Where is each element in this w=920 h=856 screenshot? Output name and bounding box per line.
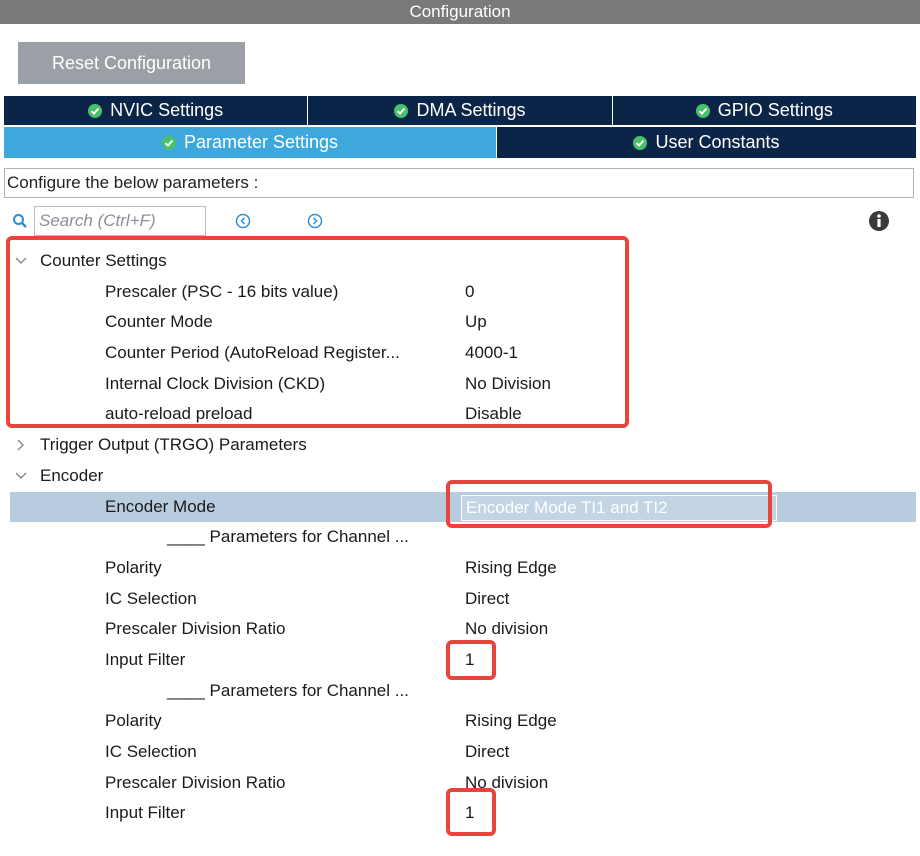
param-label: IC Selection — [105, 742, 197, 761]
parameter-tree: Counter Settings Prescaler (PSC - 16 bit… — [10, 246, 916, 829]
param-label: Counter Period (AutoReload Register... — [105, 343, 400, 363]
param-label: Polarity — [105, 557, 162, 577]
previous-match-icon[interactable] — [235, 213, 251, 229]
param-label: Prescaler Division Ratio — [105, 772, 286, 792]
tab-label: DMA Settings — [416, 100, 526, 120]
chevron-down-icon[interactable] — [14, 461, 28, 491]
next-match-icon[interactable] — [307, 213, 323, 229]
param-row[interactable]: auto-reload preload Disable — [10, 399, 916, 430]
param-label: Counter Mode — [105, 312, 213, 332]
param-row[interactable]: Counter Period (AutoReload Register... 4… — [10, 338, 916, 369]
param-label: IC Selection — [105, 588, 197, 608]
section-title: Encoder — [40, 465, 104, 485]
tab-dma-settings[interactable]: DMA Settings — [308, 96, 613, 125]
section-counter-settings[interactable]: Counter Settings — [10, 246, 916, 277]
param-value[interactable]: Up — [465, 307, 487, 337]
info-icon[interactable] — [868, 210, 890, 232]
section-encoder[interactable]: Encoder — [10, 461, 916, 492]
param-value[interactable]: Direct — [465, 584, 509, 614]
param-label: Polarity — [105, 711, 162, 731]
param-label: Prescaler Division Ratio — [105, 619, 286, 639]
section-title: Trigger Output (TRGO) Parameters — [40, 435, 307, 455]
tab-row-2: Parameter Settings User Constants — [4, 127, 916, 158]
param-row[interactable]: Prescaler Division Ratio No division — [10, 768, 916, 799]
param-value[interactable]: Direct — [465, 737, 509, 767]
param-row[interactable]: Input Filter 1 — [10, 645, 916, 676]
search-icon[interactable] — [12, 213, 28, 229]
param-row-encoder-mode[interactable]: Encoder Mode Encoder Mode TI1 and TI2 — [10, 491, 916, 523]
param-label: Internal Clock Division (CKD) — [105, 373, 326, 393]
check-circle-icon — [394, 103, 409, 118]
channel-header: ____ Parameters for Channel ... — [10, 522, 916, 553]
param-label: auto-reload preload — [105, 404, 253, 424]
param-value[interactable]: Rising Edge — [465, 706, 557, 736]
tab-label: NVIC Settings — [110, 100, 224, 120]
tab-label: GPIO Settings — [717, 100, 833, 120]
channel-header-label: ____ Parameters for Channel ... — [167, 527, 409, 547]
tab-user-constants[interactable]: User Constants — [497, 127, 916, 158]
check-circle-icon — [695, 103, 710, 118]
tab-label: Parameter Settings — [183, 132, 339, 152]
param-label: Prescaler (PSC - 16 bits value) — [105, 281, 339, 301]
channel-header-label: ____ Parameters for Channel ... — [167, 680, 409, 700]
tab-parameter-settings[interactable]: Parameter Settings — [4, 127, 497, 158]
param-value[interactable]: 0 — [465, 277, 474, 307]
param-row[interactable]: Internal Clock Division (CKD) No Divisio… — [10, 369, 916, 400]
param-value[interactable]: No Division — [465, 369, 551, 399]
description-text: Configure the below parameters : — [4, 168, 914, 198]
chevron-down-icon[interactable] — [14, 246, 28, 276]
param-value[interactable]: 1 — [465, 798, 474, 828]
param-row[interactable]: IC Selection Direct — [10, 584, 916, 615]
param-value[interactable]: 4000-1 — [465, 338, 518, 368]
param-row[interactable]: Counter Mode Up — [10, 307, 916, 338]
param-row[interactable]: Polarity Rising Edge — [10, 706, 916, 737]
param-value[interactable]: No division — [465, 614, 548, 644]
check-circle-icon — [88, 103, 103, 118]
section-trigger-output[interactable]: Trigger Output (TRGO) Parameters — [10, 430, 916, 461]
param-value[interactable]: No division — [465, 768, 548, 798]
tab-label: User Constants — [655, 132, 780, 152]
channel-header: ____ Parameters for Channel ... — [10, 676, 916, 707]
check-circle-icon — [633, 135, 648, 150]
param-value[interactable]: 1 — [465, 645, 474, 675]
check-circle-icon — [161, 135, 176, 150]
reset-configuration-button[interactable]: Reset Configuration — [18, 42, 245, 84]
param-label: Input Filter — [105, 803, 186, 823]
search-row — [10, 206, 910, 236]
encoder-mode-dropdown[interactable]: Encoder Mode TI1 and TI2 — [461, 492, 781, 523]
param-value[interactable]: Rising Edge — [465, 553, 557, 583]
param-row[interactable]: Polarity Rising Edge — [10, 553, 916, 584]
param-row[interactable]: Input Filter 1 — [10, 798, 916, 829]
param-row[interactable]: Prescaler (PSC - 16 bits value) 0 — [10, 277, 916, 308]
tab-nvic-settings[interactable]: NVIC Settings — [4, 96, 309, 125]
tab-gpio-settings[interactable]: GPIO Settings — [612, 96, 916, 125]
window-title: Configuration — [0, 0, 920, 24]
search-input[interactable] — [34, 206, 206, 236]
param-value[interactable]: Disable — [465, 399, 522, 429]
param-label: Input Filter — [105, 649, 186, 669]
section-title: Counter Settings — [40, 251, 167, 270]
encoder-mode-value[interactable]: Encoder Mode TI1 and TI2 — [461, 494, 777, 521]
chevron-right-icon[interactable] — [14, 430, 28, 460]
param-label: Encoder Mode — [105, 496, 216, 516]
param-row[interactable]: Prescaler Division Ratio No division — [10, 614, 916, 645]
tab-row-1: NVIC Settings DMA Settings GPIO Settings — [4, 96, 916, 125]
param-row[interactable]: IC Selection Direct — [10, 737, 916, 768]
